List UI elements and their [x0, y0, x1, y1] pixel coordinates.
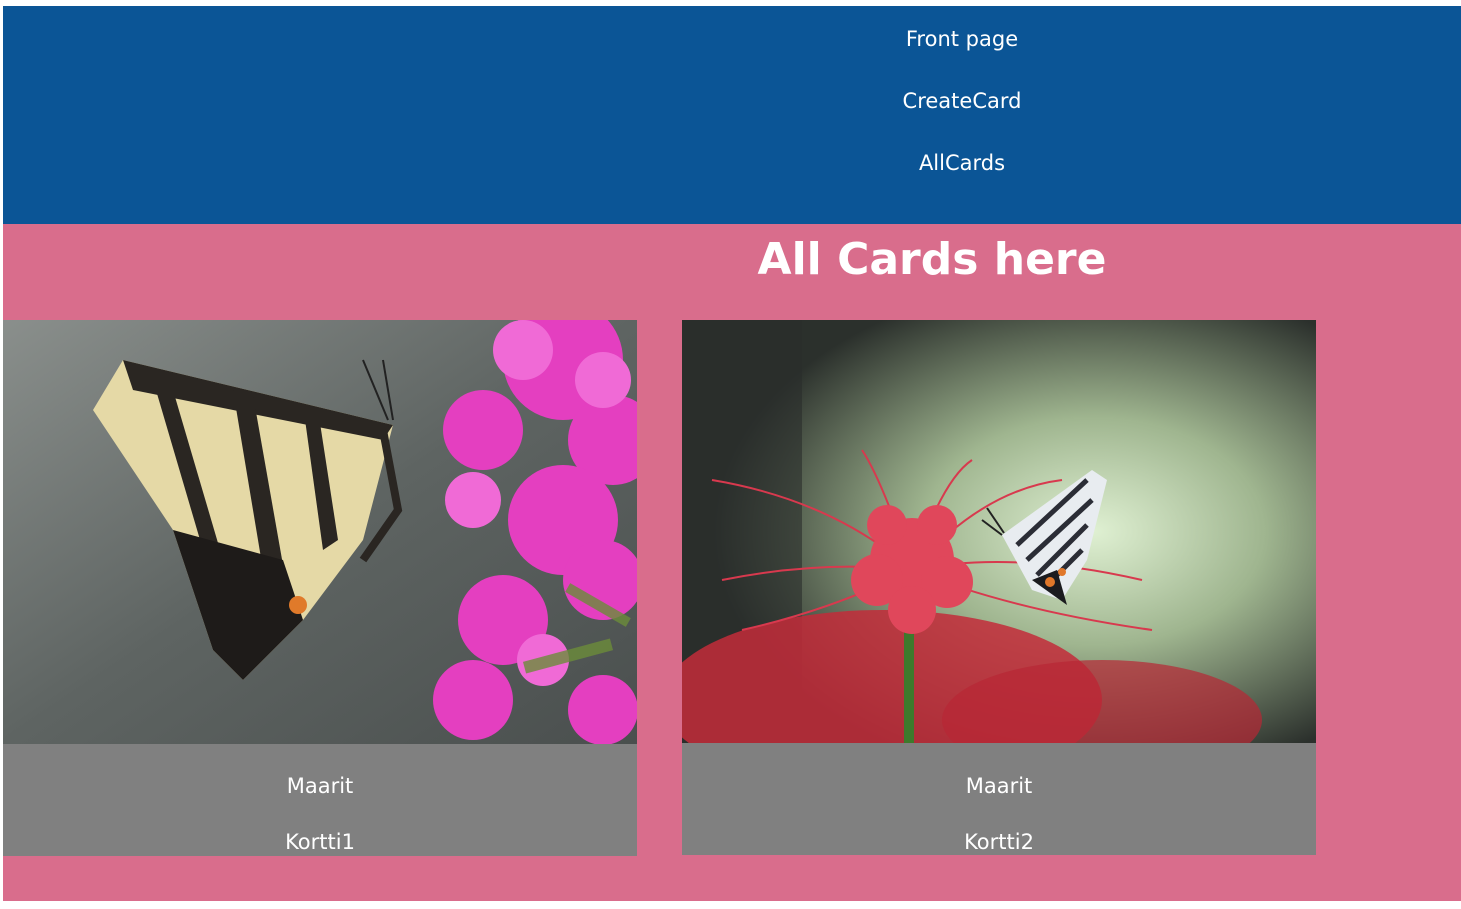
main-content: All Cards here Maarit Kortti1 Maarit Kor…: [3, 224, 1461, 901]
nav-link-front-page[interactable]: Front page: [3, 25, 1461, 53]
card-name: Kortti2: [964, 830, 1034, 854]
nav-link-all-cards[interactable]: AllCards: [3, 149, 1461, 177]
app-frame: Front page CreateCard AllCards All Cards…: [3, 6, 1461, 901]
card-image-butterfly-pink-flowers: [3, 320, 637, 744]
nav-link-create-card[interactable]: CreateCard: [3, 87, 1461, 115]
card-image-butterfly-red-lily: [682, 320, 1316, 743]
card-kortti2[interactable]: Maarit Kortti2: [682, 320, 1316, 855]
card-kortti1[interactable]: Maarit Kortti1: [3, 320, 637, 856]
card-name: Kortti1: [285, 830, 355, 854]
card-author: Maarit: [286, 774, 354, 798]
card-author: Maarit: [965, 774, 1033, 798]
page-title: All Cards here: [757, 234, 1107, 285]
top-navbar: Front page CreateCard AllCards: [3, 6, 1461, 224]
